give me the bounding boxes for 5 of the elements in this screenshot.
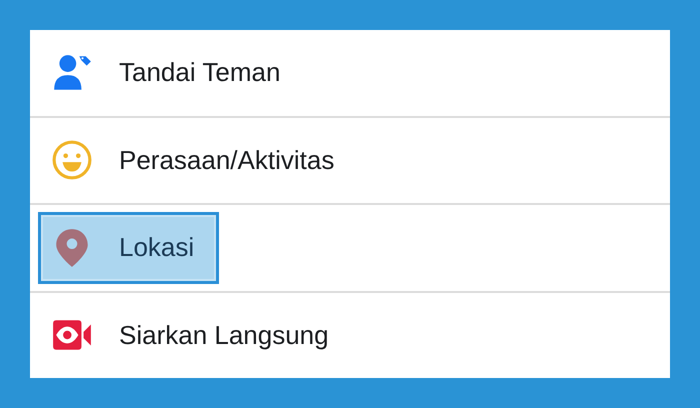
menu-item[interactable]: Perasaan/Aktivitas [38, 124, 360, 196]
menu-item[interactable]: Lokasi [38, 212, 220, 284]
smiley-icon [51, 139, 93, 182]
menu-item[interactable]: Siarkan Langsung [38, 299, 354, 372]
menu-item[interactable]: Tandai Teman [38, 36, 306, 109]
